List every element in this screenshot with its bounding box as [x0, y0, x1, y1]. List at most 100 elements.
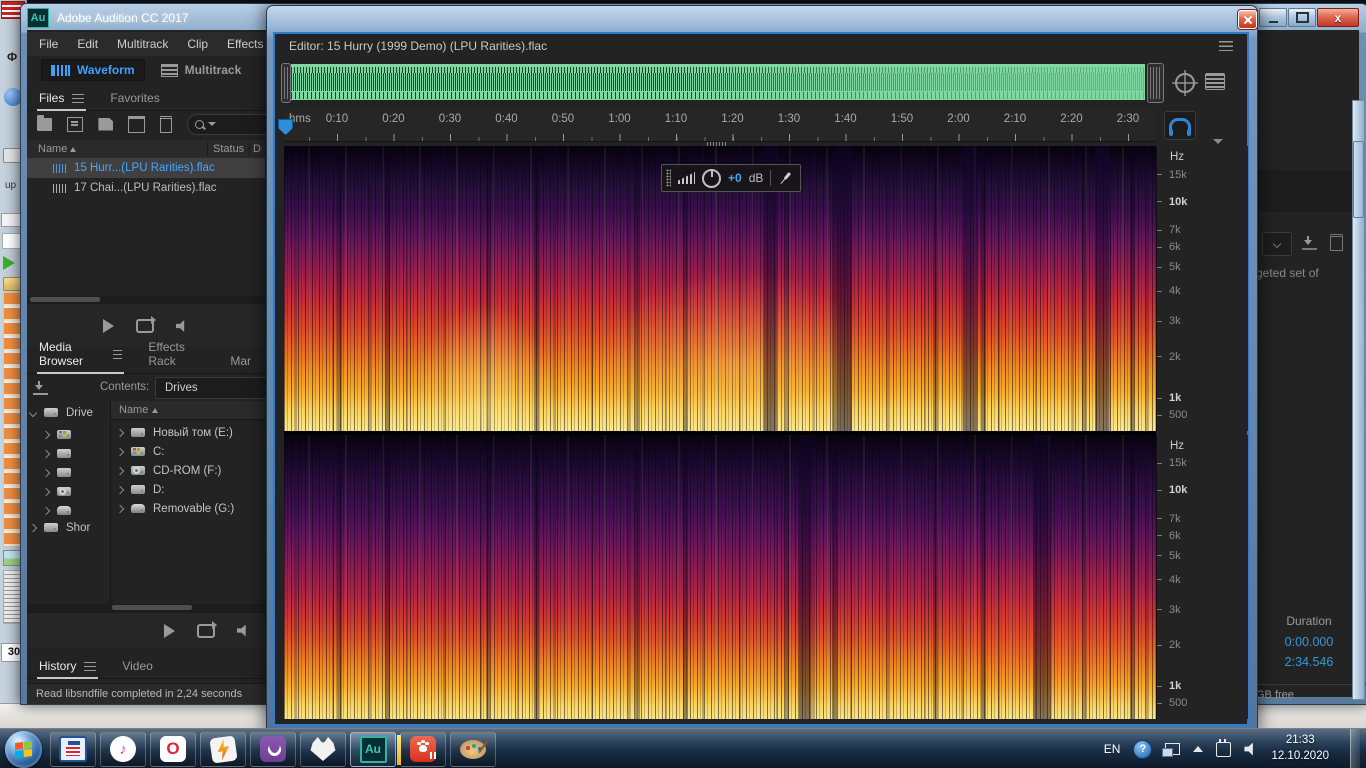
chevron-right-icon[interactable] [116, 428, 124, 436]
taskbar-button[interactable] [450, 732, 496, 767]
file-row[interactable]: 15 Hurr...(LPU Rarities).flac [27, 158, 265, 178]
import-icon[interactable] [67, 117, 84, 132]
taskbar-button[interactable]: Au [350, 732, 396, 767]
tree-item-row[interactable] [43, 444, 71, 463]
taskbar-button[interactable]: O [150, 732, 196, 767]
drive-list-header[interactable]: Name [111, 401, 265, 420]
editor-title-bar[interactable]: Editor: 15 Hurry (1999 Demo) (LPU Rariti… [275, 34, 1247, 58]
play-icon[interactable] [103, 319, 114, 333]
spectrogram-channel-2[interactable] [284, 435, 1156, 719]
panel-menu-icon[interactable] [72, 94, 84, 103]
drive-row[interactable]: CD-ROM (F:) [117, 461, 221, 480]
drive-row[interactable]: Removable (G:) [117, 499, 234, 518]
media-hscrollbar[interactable] [27, 604, 265, 612]
zoom-navigate-icon[interactable] [1175, 73, 1195, 93]
drive-row[interactable]: C: [117, 442, 165, 461]
drive-row[interactable]: Новый том (E:) [117, 423, 233, 442]
taskbar-button[interactable] [300, 732, 346, 767]
scrollbar-thumb[interactable] [1353, 141, 1364, 218]
menu-item[interactable]: Effects [227, 37, 263, 51]
taskbar-button[interactable] [50, 732, 96, 767]
tree-item-row[interactable] [43, 463, 71, 482]
window-tray-icon[interactable] [1165, 743, 1180, 755]
panel-tab[interactable]: Media Browser [37, 335, 124, 373]
insert-multitrack-icon[interactable] [128, 116, 145, 133]
pin-icon[interactable] [776, 168, 796, 188]
trash-icon[interactable] [1330, 234, 1343, 251]
show-desktop-button[interactable] [1350, 729, 1360, 768]
file-row[interactable]: 17 Chai...(LPU Rarities).flac [27, 178, 265, 198]
taskbar-button[interactable]: ♪ [100, 732, 146, 767]
autoplay-speaker-icon[interactable] [237, 625, 251, 637]
new-file-icon[interactable] [98, 118, 113, 131]
scrollbar-thumb[interactable] [30, 297, 100, 302]
navigator-waveform[interactable] [291, 64, 1145, 100]
files-hscrollbar[interactable] [27, 296, 265, 303]
search-box[interactable] [187, 114, 275, 135]
chevron-right-icon[interactable] [116, 466, 124, 474]
close-button[interactable]: x [1317, 8, 1359, 27]
start-button[interactable] [5, 731, 42, 768]
navigator-right-handle[interactable] [1147, 63, 1164, 103]
panel-tab[interactable]: Mar [228, 349, 253, 373]
volume-icon[interactable] [1244, 743, 1258, 756]
clock[interactable]: 21:33 12.10.2020 [1271, 733, 1329, 764]
tree-item-row[interactable] [43, 482, 71, 501]
loop-icon[interactable] [197, 624, 215, 638]
panel-menu-icon[interactable] [1219, 41, 1233, 51]
background-scrollbar[interactable] [1352, 100, 1365, 700]
show-hidden-icons[interactable] [1193, 746, 1203, 752]
gain-knob[interactable] [702, 169, 721, 188]
panel-tab[interactable]: Favorites [108, 86, 161, 110]
chevron-right-icon[interactable] [29, 523, 37, 531]
search-dropdown-icon[interactable] [208, 122, 216, 126]
taskbar-button[interactable] [400, 732, 446, 767]
view-button[interactable]: Waveform [41, 59, 145, 81]
navigator-left-handle[interactable] [281, 63, 291, 103]
panel-tab[interactable]: Video [120, 654, 154, 678]
spectrogram-channel-1[interactable]: +0 dB [284, 146, 1156, 431]
media-download-icon[interactable] [33, 381, 48, 395]
timeline-ruler[interactable]: hms 0:100:200:300:400:501:001:101:201:30… [284, 108, 1156, 142]
display-options-icon[interactable] [1205, 73, 1225, 90]
panel-menu-icon[interactable] [84, 662, 96, 671]
tree-footer-row[interactable]: Shor [30, 518, 90, 537]
menu-item[interactable]: File [39, 37, 58, 51]
minimize-button[interactable] [1259, 8, 1287, 27]
menu-item[interactable]: Multitrack [117, 37, 168, 51]
play-icon[interactable] [164, 624, 175, 638]
panel-tab[interactable]: Effects Rack [146, 335, 206, 373]
ruler-caret-icon[interactable] [1213, 139, 1223, 144]
chevron-right-icon[interactable] [116, 504, 124, 512]
gain-hud[interactable]: +0 dB [661, 164, 801, 192]
preset-dropdown[interactable] [1262, 232, 1292, 256]
panel-tab[interactable]: History [37, 654, 98, 678]
open-folder-icon[interactable] [37, 118, 52, 131]
contents-dropdown[interactable]: Drives [155, 377, 272, 399]
chevron-right-icon[interactable] [116, 447, 124, 455]
chevron-right-icon[interactable] [42, 506, 50, 514]
panel-menu-icon[interactable] [113, 350, 123, 359]
trash-icon[interactable] [160, 116, 172, 133]
chevron-right-icon[interactable] [116, 485, 124, 493]
chevron-right-icon[interactable] [42, 430, 50, 438]
taskbar-button[interactable] [250, 732, 296, 767]
autoplay-speaker-icon[interactable] [176, 320, 190, 332]
scrollbar-thumb[interactable] [112, 605, 192, 610]
maximize-button[interactable] [1288, 8, 1316, 27]
help-icon[interactable]: ? [1133, 740, 1152, 759]
loop-icon[interactable] [136, 319, 154, 333]
view-button[interactable]: Multitrack [151, 59, 252, 81]
drive-row[interactable]: D: [117, 480, 165, 499]
panel-tab[interactable]: Files [37, 86, 86, 110]
frequency-ruler-2[interactable]: Hz 15k 10k 7k 6k 5k 4k [1156, 435, 1248, 719]
network-icon[interactable] [1216, 742, 1231, 757]
language-indicator[interactable]: EN [1104, 742, 1121, 756]
hud-grip[interactable] [666, 169, 671, 187]
chevron-right-icon[interactable] [42, 449, 50, 457]
menu-item[interactable]: Clip [187, 37, 208, 51]
tree-root-row[interactable]: Drive [30, 403, 93, 422]
frequency-ruler-1[interactable]: Hz 15k 10k 7k 6k 5k 4k [1156, 146, 1248, 431]
menu-item[interactable]: Edit [77, 37, 98, 51]
files-column-header[interactable]: Name Status D [27, 140, 265, 159]
